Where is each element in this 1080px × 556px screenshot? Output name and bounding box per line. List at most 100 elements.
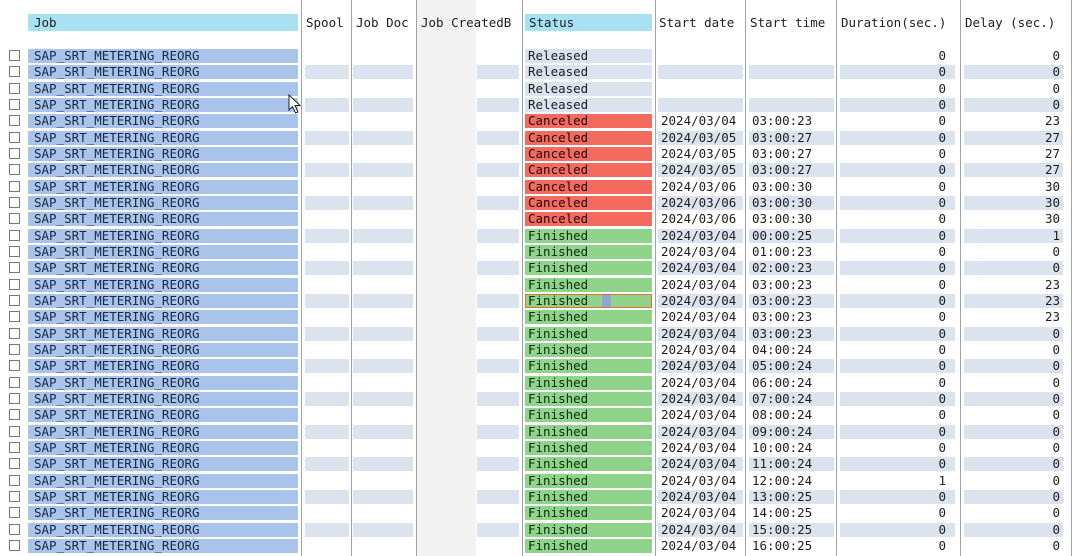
row-select-checkbox[interactable] bbox=[9, 213, 20, 225]
job-created-by-cell[interactable] bbox=[477, 212, 519, 227]
job-name-cell[interactable]: SAP_SRT_METERING_REORG bbox=[28, 522, 298, 537]
status-cell[interactable]: Finished bbox=[525, 473, 652, 488]
job-name-cell[interactable]: SAP_SRT_METERING_REORG bbox=[28, 146, 298, 161]
start-time-cell[interactable]: 16:00:25 bbox=[749, 538, 834, 553]
job-doc-cell[interactable] bbox=[353, 375, 413, 390]
job-doc-cell[interactable] bbox=[353, 277, 413, 292]
duration-cell[interactable]: 0 bbox=[840, 65, 955, 80]
job-created-by-cell[interactable] bbox=[477, 522, 519, 537]
start-time-cell[interactable]: 13:00:25 bbox=[749, 489, 834, 504]
start-date-cell[interactable]: 2024/03/04 bbox=[658, 457, 743, 472]
duration-cell[interactable]: 0 bbox=[840, 310, 955, 325]
duration-cell[interactable]: 0 bbox=[840, 375, 955, 390]
table-row[interactable]: SAP_SRT_METERING_REORG Finished 2024/03/04… bbox=[0, 260, 1080, 276]
job-name-cell[interactable]: SAP_SRT_METERING_REORG bbox=[28, 179, 298, 194]
job-name-cell[interactable]: SAP_SRT_METERING_REORG bbox=[28, 342, 298, 357]
job-name-cell[interactable]: SAP_SRT_METERING_REORG bbox=[28, 97, 298, 112]
table-row[interactable]: SAP_SRT_METERING_REORG Finished 2024/03/04… bbox=[0, 244, 1080, 260]
job-created-by-cell[interactable] bbox=[477, 49, 519, 63]
spool-cell[interactable] bbox=[305, 359, 349, 374]
delay-cell[interactable]: 0 bbox=[964, 522, 1063, 537]
status-cell[interactable]: Canceled bbox=[525, 130, 652, 145]
status-cell[interactable]: Finished bbox=[525, 261, 652, 276]
job-created-by-cell[interactable] bbox=[477, 293, 519, 308]
spool-cell[interactable] bbox=[305, 146, 349, 161]
delay-cell[interactable]: 27 bbox=[964, 146, 1063, 161]
row-select-checkbox[interactable] bbox=[9, 360, 20, 372]
duration-cell[interactable]: 0 bbox=[840, 391, 955, 406]
job-doc-cell[interactable] bbox=[353, 228, 413, 243]
start-time-cell[interactable]: 03:00:27 bbox=[749, 146, 834, 161]
delay-cell[interactable]: 0 bbox=[964, 342, 1063, 357]
status-cell[interactable]: Finished bbox=[525, 538, 652, 553]
status-cell[interactable]: Finished bbox=[525, 244, 652, 259]
spool-cell[interactable] bbox=[305, 489, 349, 504]
spool-cell[interactable] bbox=[305, 538, 349, 553]
start-time-cell[interactable] bbox=[749, 65, 834, 80]
delay-cell[interactable]: 0 bbox=[964, 326, 1063, 341]
delay-cell[interactable]: 0 bbox=[964, 457, 1063, 472]
table-row[interactable]: SAP_SRT_METERING_REORG Finished 2024/03/04… bbox=[0, 538, 1080, 554]
job-doc-cell[interactable] bbox=[353, 440, 413, 455]
table-row[interactable]: SAP_SRT_METERING_REORG Finished 2024/03/04… bbox=[0, 505, 1080, 521]
job-created-by-cell[interactable] bbox=[477, 277, 519, 292]
spool-cell[interactable] bbox=[305, 49, 349, 63]
job-created-by-cell[interactable] bbox=[477, 424, 519, 439]
status-cell[interactable]: Finished bbox=[525, 359, 652, 374]
job-name-cell[interactable]: SAP_SRT_METERING_REORG bbox=[28, 473, 298, 488]
job-created-by-cell[interactable] bbox=[477, 228, 519, 243]
job-created-by-cell[interactable] bbox=[477, 473, 519, 488]
table-row[interactable]: SAP_SRT_METERING_REORG Canceled 2024/03/05… bbox=[0, 130, 1080, 146]
spool-cell[interactable] bbox=[305, 114, 349, 129]
start-time-cell[interactable] bbox=[749, 97, 834, 112]
duration-cell[interactable]: 1 bbox=[840, 473, 955, 488]
status-cell[interactable]: Canceled bbox=[525, 114, 652, 129]
job-name-cell[interactable]: SAP_SRT_METERING_REORG bbox=[28, 81, 298, 96]
delay-cell[interactable]: 1 bbox=[964, 228, 1063, 243]
job-created-by-cell[interactable] bbox=[477, 326, 519, 341]
job-created-by-cell[interactable] bbox=[477, 97, 519, 112]
delay-cell[interactable]: 23 bbox=[964, 293, 1063, 308]
job-name-cell[interactable]: SAP_SRT_METERING_REORG bbox=[28, 212, 298, 227]
job-doc-cell[interactable] bbox=[353, 359, 413, 374]
spool-cell[interactable] bbox=[305, 457, 349, 472]
job-name-cell[interactable]: SAP_SRT_METERING_REORG bbox=[28, 375, 298, 390]
delay-cell[interactable]: 0 bbox=[964, 440, 1063, 455]
status-cell[interactable]: Released bbox=[525, 97, 652, 112]
job-created-by-cell[interactable] bbox=[477, 130, 519, 145]
spool-cell[interactable] bbox=[305, 506, 349, 521]
row-select-checkbox[interactable] bbox=[9, 523, 20, 535]
delay-cell[interactable]: 0 bbox=[964, 424, 1063, 439]
table-row[interactable]: SAP_SRT_METERING_REORG Finished 2024/03/04… bbox=[0, 326, 1080, 342]
row-select-checkbox[interactable] bbox=[9, 98, 20, 110]
start-time-cell[interactable]: 11:00:24 bbox=[749, 457, 834, 472]
table-row[interactable]: SAP_SRT_METERING_REORG Finished 2024/03/04… bbox=[0, 228, 1080, 244]
job-created-by-cell[interactable] bbox=[477, 114, 519, 129]
job-doc-cell[interactable] bbox=[353, 457, 413, 472]
table-row[interactable]: SAP_SRT_METERING_REORG Released 0 0 bbox=[0, 64, 1080, 80]
start-date-cell[interactable]: 2024/03/05 bbox=[658, 130, 743, 145]
start-time-cell[interactable]: 10:00:24 bbox=[749, 440, 834, 455]
duration-cell[interactable]: 0 bbox=[840, 440, 955, 455]
job-created-by-cell[interactable] bbox=[477, 375, 519, 390]
row-select-checkbox[interactable] bbox=[9, 425, 20, 437]
delay-cell[interactable]: 27 bbox=[964, 163, 1063, 178]
duration-cell[interactable]: 0 bbox=[840, 195, 955, 210]
start-time-cell[interactable]: 03:00:23 bbox=[749, 293, 834, 308]
job-name-cell[interactable]: SAP_SRT_METERING_REORG bbox=[28, 440, 298, 455]
status-cell[interactable]: Finished bbox=[525, 342, 652, 357]
delay-cell[interactable]: 0 bbox=[964, 359, 1063, 374]
job-name-cell[interactable]: SAP_SRT_METERING_REORG bbox=[28, 244, 298, 259]
column-header-job[interactable]: Job bbox=[28, 14, 298, 31]
status-cell[interactable]: Released bbox=[525, 49, 652, 63]
delay-cell[interactable]: 0 bbox=[964, 81, 1063, 96]
spool-cell[interactable] bbox=[305, 310, 349, 325]
start-date-cell[interactable]: 2024/03/04 bbox=[658, 261, 743, 276]
job-name-cell[interactable]: SAP_SRT_METERING_REORG bbox=[28, 310, 298, 325]
start-date-cell[interactable]: 2024/03/04 bbox=[658, 538, 743, 553]
job-name-cell[interactable]: SAP_SRT_METERING_REORG bbox=[28, 506, 298, 521]
start-time-cell[interactable] bbox=[749, 49, 834, 63]
table-row[interactable]: SAP_SRT_METERING_REORG Finished 2024/03/04… bbox=[0, 277, 1080, 293]
delay-cell[interactable]: 30 bbox=[964, 195, 1063, 210]
spool-cell[interactable] bbox=[305, 424, 349, 439]
